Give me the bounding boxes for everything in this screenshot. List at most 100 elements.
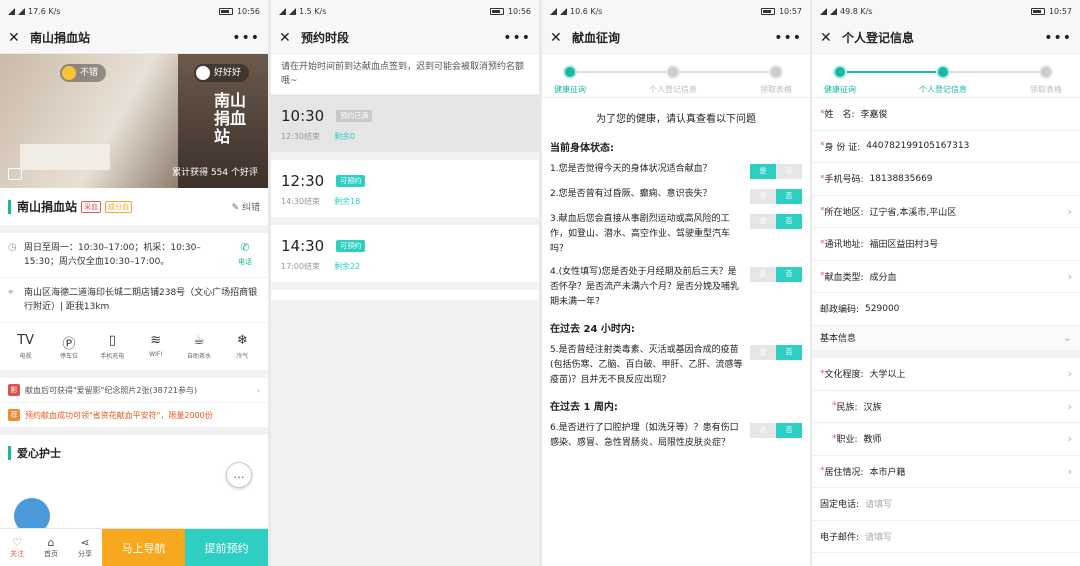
- field-input[interactable]: 请填写: [865, 530, 1072, 543]
- basic-info-section[interactable]: 基本信息 ⌄: [812, 325, 1080, 358]
- form-field[interactable]: * 手机号码: 18138835669: [812, 163, 1080, 196]
- slot-remaining: 剩余22: [334, 262, 361, 271]
- form-field[interactable]: * 姓 名: 李嘉俊: [812, 98, 1080, 131]
- form-field[interactable]: * 居住情况: 本市户籍 ›: [812, 456, 1080, 488]
- yes-option[interactable]: 是: [750, 164, 776, 179]
- form-field[interactable]: 电子邮件: 请填写: [812, 521, 1080, 553]
- yes-option[interactable]: 是: [750, 214, 776, 229]
- form-field[interactable]: * 文化程度: 大学以上 ›: [812, 358, 1080, 391]
- screen-station-detail: 17.6 K/s 10:56 ✕ 南山捐血站 ••• 南山捐血站 不错 好好好 …: [0, 0, 268, 566]
- question-section-heading: 在过去 24 小时内:: [550, 324, 635, 335]
- phone-button[interactable]: ✆ 电话: [230, 241, 260, 269]
- question-item: 5.是否曾经注射类毒素、灭活或基因合成的疫苗(包括伤寒、乙脑、百白破、甲肝、乙肝…: [542, 339, 810, 392]
- slot-top: 14:30 可预约: [281, 237, 529, 255]
- field-input[interactable]: 请填写: [865, 497, 1072, 510]
- close-icon[interactable]: ✕: [820, 30, 838, 46]
- accent-bar: [8, 446, 11, 460]
- station-photo[interactable]: 南山捐血站 不错 好好好 累计获得 554 个好评: [0, 54, 268, 188]
- form-field[interactable]: 邮政编码: 529000: [812, 293, 1080, 326]
- no-option[interactable]: 否: [776, 214, 802, 229]
- field-value: 440782199105167313: [866, 141, 970, 152]
- yes-option[interactable]: 是: [750, 267, 776, 282]
- review-bubble: 不错: [60, 64, 107, 82]
- time-slot[interactable]: 12:30 可预约 14:30结束 剩余18: [271, 160, 539, 225]
- yes-option[interactable]: 是: [750, 345, 776, 360]
- yes-option[interactable]: 是: [750, 189, 776, 204]
- page-title: 个人登记信息: [842, 31, 915, 45]
- facility-item: Ⓟ 停车位: [49, 333, 89, 360]
- field-value: 18138835669: [869, 173, 933, 184]
- heart-icon: ♡: [12, 536, 22, 549]
- camera-icon[interactable]: [8, 168, 22, 180]
- praise-count: 累计获得 554 个好评: [172, 168, 258, 178]
- clock: 10:56: [236, 6, 260, 16]
- bottom-action-bar: ♡ 关注 ⌂ 首页 ⋖ 分享 马上导航 提前预约: [0, 528, 268, 566]
- arrival-hint: 请在开始时间前到达献血点签到，迟到可能会被取消预约名额哦~: [271, 54, 539, 95]
- more-icon[interactable]: •••: [503, 30, 531, 46]
- emoji-icon: [62, 66, 76, 80]
- slot-top: 10:30 预约已满: [281, 107, 529, 125]
- more-icon[interactable]: •••: [774, 30, 802, 46]
- book-ahead-button[interactable]: 提前预约: [185, 529, 268, 566]
- status-bar: 1.5 K/s 10:56: [271, 0, 539, 22]
- slot-end-time: 17:00结束: [281, 262, 321, 271]
- no-option[interactable]: 否: [776, 267, 802, 282]
- no-option[interactable]: 否: [776, 189, 802, 204]
- navigate-button[interactable]: 马上导航: [102, 529, 185, 566]
- no-option[interactable]: 否: [776, 423, 802, 438]
- hours-text: 周日至周一：10:30–17:00；机采：10:30–15:30；周六仅全血10…: [24, 243, 201, 267]
- home-button[interactable]: ⌂ 首页: [34, 529, 68, 566]
- form-field[interactable]: 固定电话: 请填写: [812, 488, 1080, 521]
- form-field[interactable]: * 所在地区: 辽宁省,本溪市,平山区 ›: [812, 196, 1080, 228]
- page-title: 南山捐血站: [30, 31, 91, 45]
- screens: 17.6 K/s 10:56 ✕ 南山捐血站 ••• 南山捐血站 不错 好好好 …: [0, 0, 1080, 566]
- facility-item: ☕ 自助茶水: [179, 333, 219, 360]
- battery-icon: [760, 7, 775, 15]
- field-value: 汉族: [863, 402, 882, 413]
- net-speed: 17.6 K/s: [28, 6, 61, 16]
- yes-no-toggle: 是否: [750, 423, 802, 438]
- slot-end-time: 12:30结束: [281, 132, 321, 141]
- clock-icon: ◷: [8, 242, 17, 253]
- form-field[interactable]: * 通讯地址: 福田区益田村3号: [812, 228, 1080, 261]
- follow-button[interactable]: ♡ 关注: [0, 529, 34, 566]
- clock: 10:57: [1048, 6, 1072, 16]
- review-bubble: 好好好: [194, 64, 250, 82]
- more-icon[interactable]: •••: [232, 30, 260, 46]
- address-row[interactable]: ⌖ 南山区海德二道海印长城二期店铺238号（文心广场招商银行附近）| 距我13k…: [0, 278, 268, 323]
- field-label: 献血类型:: [824, 272, 864, 283]
- form-field[interactable]: * 职业: 教师 ›: [812, 423, 1080, 456]
- form-field[interactable]: * 民族: 汉族 ›: [812, 391, 1080, 423]
- step-dot-health: [563, 65, 577, 79]
- facility-icon: ≋: [150, 333, 162, 348]
- yes-option[interactable]: 是: [750, 423, 776, 438]
- question-section-heading: 在过去 1 周内:: [550, 402, 618, 413]
- form-field[interactable]: * 身 份 证: 440782199105167313: [812, 131, 1080, 163]
- no-option[interactable]: 否: [776, 164, 802, 179]
- question-text: 2.您是否曾有过昏厥、癫痫、意识丧失？: [550, 189, 712, 199]
- photo-gift-notice[interactable]: 影 献血后可获得"爱留影"纪念照片2张(38721参与) ›: [0, 378, 268, 403]
- amulet-gift-notice[interactable]: 荐 预约献血成功可领"省资花献血平安符"，限量2000份: [0, 403, 268, 435]
- chevron-right-icon: ›: [1067, 367, 1072, 381]
- field-label: 姓 名:: [824, 110, 855, 121]
- close-icon[interactable]: ✕: [8, 30, 26, 46]
- close-icon[interactable]: ✕: [550, 30, 568, 46]
- no-option[interactable]: 否: [776, 345, 802, 360]
- close-icon[interactable]: ✕: [279, 30, 297, 46]
- form-field[interactable]: * 献血类型: 成分血 ›: [812, 261, 1080, 293]
- chat-icon[interactable]: …: [226, 462, 252, 488]
- more-icon[interactable]: •••: [1044, 30, 1072, 46]
- slot-bottom: 12:30结束 剩余0: [281, 131, 529, 142]
- signal-icon: [8, 7, 15, 15]
- field-value: 大学以上: [869, 370, 906, 381]
- time-slot[interactable]: 14:30 可预约 17:00结束 剩余22: [271, 225, 539, 290]
- facility-item: ≋ WIFI: [136, 333, 176, 360]
- title-bar: ✕ 献血征询 •••: [542, 22, 810, 54]
- share-button[interactable]: ⋖ 分享: [68, 529, 102, 566]
- signal-icon: [289, 7, 296, 15]
- yes-no-toggle: 是否: [750, 345, 802, 360]
- question-text: 1.您是否觉得今天的身体状况适合献血？: [550, 164, 712, 174]
- step-label-health: 健康征询: [824, 85, 856, 94]
- correct-button[interactable]: ✎ 纠错: [232, 200, 260, 213]
- field-label: 民族:: [836, 402, 858, 413]
